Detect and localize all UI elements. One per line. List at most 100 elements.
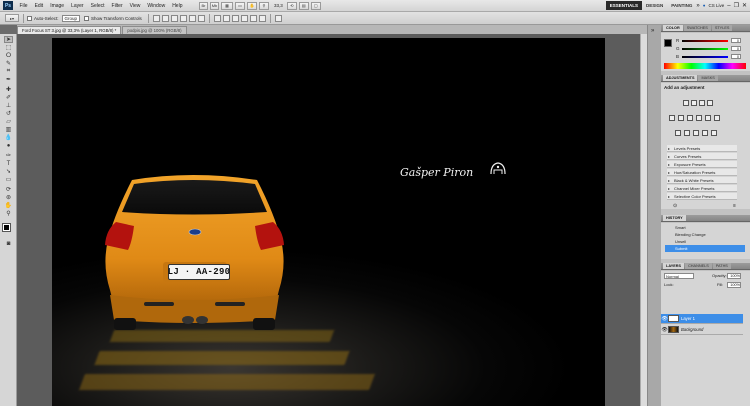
quick-mask-icon[interactable]: ◙ xyxy=(4,240,13,247)
marquee-tool-icon[interactable]: ⬚ xyxy=(4,44,13,51)
bridge-icon[interactable]: Br xyxy=(198,1,208,10)
workspace-painting[interactable]: PAINTING xyxy=(667,1,696,10)
gradient-map-icon[interactable] xyxy=(702,130,708,136)
foreground-color-chip[interactable] xyxy=(664,39,672,47)
blue-slider[interactable]: B 0 xyxy=(676,54,741,59)
close-icon[interactable]: ✕ xyxy=(742,2,747,9)
blue-gradient[interactable] xyxy=(682,55,728,58)
more-workspaces-icon[interactable]: » xyxy=(696,3,699,9)
guides-icon[interactable]: ▦ xyxy=(220,1,233,10)
menu-edit[interactable]: Edit xyxy=(31,0,47,12)
align-right-icon[interactable] xyxy=(197,14,205,22)
distribute-hcenter-icon[interactable] xyxy=(249,14,257,22)
color-balance-icon[interactable] xyxy=(687,115,693,121)
menu-file[interactable]: File xyxy=(16,0,31,12)
visibility-eye-icon[interactable]: 👁 xyxy=(661,316,668,322)
preset-black-white[interactable]: Black & White Presets xyxy=(667,177,737,184)
menu-help[interactable]: Help xyxy=(169,0,186,12)
align-top-icon[interactable] xyxy=(152,14,160,22)
green-value[interactable]: 0 xyxy=(731,46,741,51)
layer-row[interactable]: 👁 Background xyxy=(661,325,743,335)
opacity-input[interactable]: 100% xyxy=(727,273,741,279)
menu-filter[interactable]: Filter xyxy=(108,0,126,12)
history-item-selected[interactable]: Submit xyxy=(665,245,745,252)
pen-tool-icon[interactable]: ✑ xyxy=(4,152,13,159)
fill-input[interactable]: 100% xyxy=(727,282,741,288)
zoom-tool-icon[interactable]: ⚲ xyxy=(258,1,269,10)
hue-saturation-icon[interactable] xyxy=(678,115,684,121)
auto-select-dropdown[interactable]: Group xyxy=(61,14,81,22)
tab-layers[interactable]: LAYERS xyxy=(663,263,685,269)
distribute-vcenter-icon[interactable] xyxy=(222,14,230,22)
history-item[interactable]: Blending Change xyxy=(665,231,745,238)
exposure-icon[interactable] xyxy=(707,100,713,106)
green-gradient[interactable] xyxy=(682,47,728,50)
minimize-icon[interactable]: – xyxy=(727,3,730,9)
levels-icon[interactable] xyxy=(691,100,697,106)
eyedropper-tool-icon[interactable]: ✒ xyxy=(4,76,13,83)
color-ramp[interactable] xyxy=(664,63,746,69)
minibridge-icon[interactable]: Mb xyxy=(209,1,219,10)
tab-podpis[interactable]: podpis.jpg @ 100% (RGB/8) xyxy=(122,26,187,34)
threshold-icon[interactable] xyxy=(693,130,699,136)
tab-ford-focus[interactable]: Ford Focus ST 3.jpg @ 33,3% (Layer 1, RG… xyxy=(17,26,122,34)
type-tool-icon[interactable]: T xyxy=(4,160,13,167)
dodge-tool-icon[interactable]: ● xyxy=(4,142,13,149)
distribute-bottom-icon[interactable] xyxy=(231,14,239,22)
vibrance-icon[interactable] xyxy=(669,115,675,121)
curves-icon[interactable] xyxy=(699,100,705,106)
brush-tool-icon[interactable]: ✐ xyxy=(4,94,13,101)
preset-exposure[interactable]: Exposure Presets xyxy=(667,161,737,168)
clone-stamp-tool-icon[interactable]: ⊥ xyxy=(4,102,13,109)
gradient-tool-icon[interactable]: ▥ xyxy=(4,126,13,133)
preset-selective-color[interactable]: Selective Color Presets xyxy=(667,193,737,200)
layer-row-selected[interactable]: 👁 Layer 1 xyxy=(661,314,743,324)
menu-window[interactable]: Window xyxy=(144,0,169,12)
menu-layer[interactable]: Layer xyxy=(68,0,88,12)
preset-curves[interactable]: Curves Presets xyxy=(667,153,737,160)
restore-icon[interactable]: ❐ xyxy=(734,2,739,9)
adjustment-menu-icon[interactable]: ≡ xyxy=(733,203,736,209)
brightness-contrast-icon[interactable] xyxy=(683,100,689,106)
clip-to-layer-icon[interactable]: ⊙ xyxy=(673,203,677,209)
align-left-icon[interactable] xyxy=(179,14,187,22)
align-vcenter-icon[interactable] xyxy=(161,14,169,22)
invert-icon[interactable] xyxy=(675,130,681,136)
tab-color[interactable]: COLOR xyxy=(663,25,683,31)
auto-select-checkbox[interactable] xyxy=(27,15,32,21)
workspace-essentials[interactable]: ESSENTIALS xyxy=(605,1,642,10)
channel-mixer-icon[interactable] xyxy=(714,115,720,121)
move-tool-preset-icon[interactable]: ▸▾ xyxy=(5,14,19,22)
blend-mode-dropdown[interactable]: Normal xyxy=(664,273,694,279)
arrange-documents-icon[interactable]: ▤ xyxy=(298,1,309,10)
hand-tool-icon[interactable]: ✋ xyxy=(246,1,257,10)
green-slider[interactable]: G 0 xyxy=(676,46,741,51)
red-value[interactable]: 0 xyxy=(731,38,741,43)
red-gradient[interactable] xyxy=(682,39,728,42)
crop-tool-icon[interactable]: ⌗ xyxy=(4,68,13,75)
preset-hue-saturation[interactable]: Hue/Saturation Presets xyxy=(667,169,737,176)
path-selection-tool-icon[interactable]: ➘ xyxy=(4,168,13,175)
preset-channel-mixer[interactable]: Channel Mixer Presets xyxy=(667,185,737,192)
healing-brush-tool-icon[interactable]: ✚ xyxy=(4,86,13,93)
workspace-design[interactable]: DESIGN xyxy=(642,1,667,10)
selective-color-icon[interactable] xyxy=(711,130,717,136)
menu-view[interactable]: View xyxy=(126,0,144,12)
tab-channels[interactable]: CHANNELS xyxy=(685,263,712,269)
tab-masks[interactable]: MASKS xyxy=(698,75,718,81)
3d-rotate-tool-icon[interactable]: ⟳ xyxy=(4,186,13,193)
black-white-icon[interactable] xyxy=(696,115,702,121)
eraser-tool-icon[interactable]: ▱ xyxy=(4,118,13,125)
visibility-eye-icon[interactable]: 👁 xyxy=(661,327,668,333)
zoom-tool-icon[interactable]: ⚲ xyxy=(4,210,13,217)
tab-swatches[interactable]: SWATCHES xyxy=(683,25,711,31)
tab-paths[interactable]: PATHS xyxy=(712,263,731,269)
photo-filter-icon[interactable] xyxy=(705,115,711,121)
preset-levels[interactable]: Levels Presets xyxy=(667,145,737,152)
cs-live-icon[interactable]: ● xyxy=(703,3,706,8)
hand-tool-icon[interactable]: ✋ xyxy=(4,202,13,209)
shape-tool-icon[interactable]: ▭ xyxy=(4,176,13,183)
tab-adjustments[interactable]: ADJUSTMENTS xyxy=(663,75,698,81)
quick-select-tool-icon[interactable]: ✎ xyxy=(4,60,13,67)
menu-select[interactable]: Select xyxy=(87,0,108,12)
